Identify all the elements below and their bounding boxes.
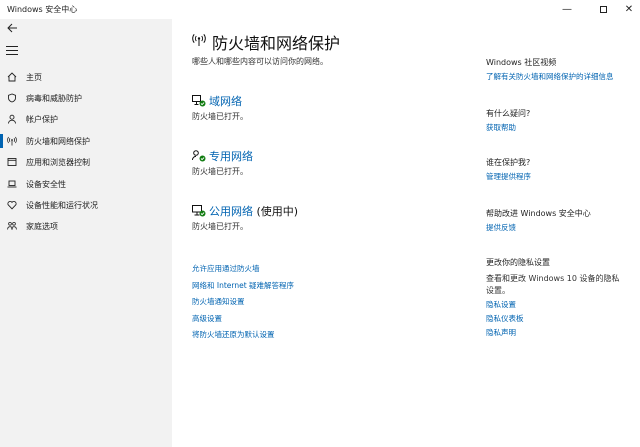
network-domain-link[interactable]: 域网络 bbox=[209, 93, 242, 109]
network-private-link[interactable]: 专用网络 bbox=[209, 148, 253, 164]
sidebar-item-app-browser[interactable]: 应用和浏览器控制 bbox=[0, 152, 172, 172]
domain-network-icon bbox=[192, 95, 206, 107]
wifi-antenna-icon bbox=[192, 33, 206, 46]
privacy-settings-link[interactable]: 隐私设置 bbox=[486, 299, 516, 310]
maximize-icon bbox=[599, 6, 607, 13]
advanced-settings-link[interactable]: 高级设置 bbox=[192, 313, 222, 324]
minimize-button[interactable]: — bbox=[552, 0, 582, 19]
wifi-antenna-icon bbox=[7, 136, 17, 146]
community-videos-heading: Windows 社区视频 bbox=[486, 58, 557, 67]
home-icon bbox=[7, 72, 17, 82]
close-icon: ✕ bbox=[624, 4, 634, 15]
sidebar-item-label: 设备性能和运行状况 bbox=[26, 201, 98, 210]
back-button[interactable] bbox=[6, 22, 20, 36]
network-public-link[interactable]: 公用网络 (使用中) bbox=[209, 203, 298, 219]
menu-button[interactable] bbox=[6, 46, 18, 56]
learn-more-link[interactable]: 了解有关防火墙和网络保护的详细信息 bbox=[486, 71, 614, 82]
public-network-icon bbox=[192, 205, 206, 217]
sidebar-item-label: 家庭选项 bbox=[26, 222, 58, 231]
app-window-icon bbox=[7, 158, 17, 166]
main-content: 防火墙和网络保护 哪些人和哪些内容可以访问你的网络。 域网络 防火墙已打开。 专… bbox=[172, 19, 640, 447]
sidebar-item-label: 防火墙和网络保护 bbox=[26, 137, 90, 146]
sidebar-item-virus-protection[interactable]: 病毒和威胁防护 bbox=[0, 88, 172, 108]
questions-heading: 有什么疑问? bbox=[486, 109, 531, 118]
private-network-icon bbox=[192, 150, 206, 162]
sidebar-item-device-health[interactable]: 设备性能和运行状况 bbox=[0, 195, 172, 215]
get-help-link[interactable]: 获取帮助 bbox=[486, 122, 516, 133]
sidebar-item-label: 主页 bbox=[26, 73, 42, 82]
allow-app-through-firewall-link[interactable]: 允许应用通过防火墙 bbox=[192, 263, 260, 274]
privacy-statement-link[interactable]: 隐私声明 bbox=[486, 327, 516, 338]
sidebar-item-label: 病毒和威胁防护 bbox=[26, 94, 82, 103]
give-feedback-link[interactable]: 提供反馈 bbox=[486, 222, 516, 233]
sidebar-item-device-security[interactable]: 设备安全性 bbox=[0, 174, 172, 194]
improve-heading: 帮助改进 Windows 安全中心 bbox=[486, 209, 591, 218]
sidebar-item-label: 帐户保护 bbox=[26, 115, 58, 124]
close-button[interactable]: ✕ bbox=[614, 0, 640, 19]
window-title: Windows 安全中心 bbox=[7, 5, 78, 14]
sidebar-item-firewall[interactable]: 防火墙和网络保护 bbox=[0, 131, 172, 151]
network-troubleshooter-link[interactable]: 网络和 Internet 疑难解答程序 bbox=[192, 280, 294, 291]
laptop-icon bbox=[7, 180, 17, 188]
title-bar: Windows 安全中心 — ✕ bbox=[0, 0, 640, 19]
sidebar-item-home[interactable]: 主页 bbox=[0, 67, 172, 87]
sidebar-item-label: 应用和浏览器控制 bbox=[26, 158, 90, 167]
sidebar-item-label: 设备安全性 bbox=[26, 180, 66, 189]
family-icon bbox=[7, 221, 17, 230]
shield-icon bbox=[8, 93, 16, 103]
restore-firewall-defaults-link[interactable]: 将防火墙还原为默认设置 bbox=[192, 329, 275, 340]
minimize-icon: — bbox=[562, 4, 572, 15]
heart-icon bbox=[7, 201, 17, 210]
hamburger-icon bbox=[6, 46, 18, 47]
back-arrow-icon bbox=[7, 23, 17, 33]
firewall-notification-settings-link[interactable]: 防火墙通知设置 bbox=[192, 296, 245, 307]
sidebar: 主页 病毒和威胁防护 帐户保护 防火墙和网络保护 应用和浏览器控制 设备安全性 … bbox=[0, 19, 172, 447]
who-protects-heading: 谁在保护我? bbox=[486, 158, 531, 167]
sidebar-item-account-protection[interactable]: 帐户保护 bbox=[0, 109, 172, 129]
network-status: 防火墙已打开。 bbox=[192, 112, 248, 121]
manage-providers-link[interactable]: 管理提供程序 bbox=[486, 171, 531, 182]
page-subtitle: 哪些人和哪些内容可以访问你的网络。 bbox=[192, 57, 328, 66]
sidebar-item-family-options[interactable]: 家庭选项 bbox=[0, 216, 172, 236]
page-title: 防火墙和网络保护 bbox=[212, 34, 341, 53]
person-icon bbox=[8, 114, 16, 124]
network-status: 防火墙已打开。 bbox=[192, 167, 248, 176]
active-indicator bbox=[0, 134, 3, 148]
privacy-heading: 更改你的隐私设置 bbox=[486, 258, 550, 267]
in-use-label: (使用中) bbox=[253, 205, 299, 218]
privacy-dashboard-link[interactable]: 隐私仪表板 bbox=[486, 313, 524, 324]
privacy-description: 查看和更改 Windows 10 设备的隐私设置。 bbox=[486, 274, 620, 295]
network-status: 防火墙已打开。 bbox=[192, 222, 248, 231]
